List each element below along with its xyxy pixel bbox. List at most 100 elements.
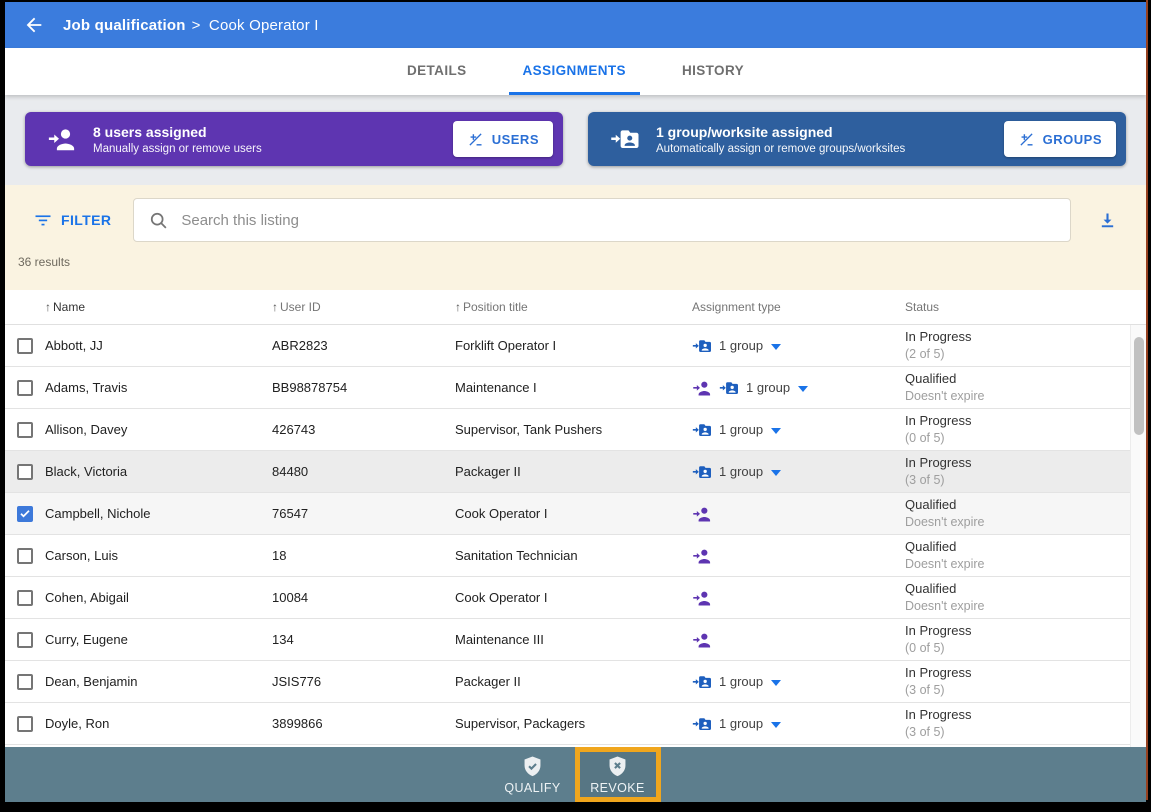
row-checkbox[interactable] (17, 632, 33, 648)
table-row[interactable]: Campbell, Nichole 76547 Cook Operator I … (5, 493, 1130, 535)
column-header-status[interactable]: Status (905, 300, 1130, 314)
row-checkbox[interactable] (17, 590, 33, 606)
table-row[interactable]: Doyle, Ron 3899866 Supervisor, Packagers… (5, 703, 1130, 745)
row-checkbox[interactable] (17, 674, 33, 690)
row-user-id: 84480 (272, 464, 455, 479)
user-assignment-icon (692, 588, 712, 608)
filter-button[interactable]: FILTER (33, 198, 111, 242)
group-count-label: 1 group (719, 338, 763, 353)
table-body: Abbott, JJ ABR2823 Forklift Operator I 1… (5, 325, 1146, 747)
chevron-down-icon[interactable] (771, 428, 781, 434)
row-status: Qualified Doesn't expire (905, 580, 1130, 615)
app-header: Job qualification> Cook Operator I (5, 2, 1146, 48)
row-status: Qualified Doesn't expire (905, 538, 1130, 573)
row-checkbox[interactable] (17, 464, 33, 480)
table-row[interactable]: Allison, Davey 426743 Supervisor, Tank P… (5, 409, 1130, 451)
download-icon[interactable] (1097, 210, 1118, 231)
qualify-button[interactable]: QUALIFY (491, 747, 575, 802)
row-status: In Progress (2 of 5) (905, 328, 1130, 363)
scrollbar-track[interactable] (1130, 325, 1146, 747)
tab-details[interactable]: DETAILS (393, 48, 481, 95)
row-status: In Progress (3 of 5) (905, 706, 1130, 741)
row-position-title: Maintenance III (455, 632, 692, 647)
table-row[interactable]: Dean, Benjamin JSIS776 Packager II 1 gro… (5, 661, 1130, 703)
chevron-down-icon[interactable] (771, 344, 781, 350)
group-assignment-icon (692, 714, 712, 734)
groups-card-text: 1 group/worksite assigned Automatically … (656, 124, 1004, 155)
groups-card-title: 1 group/worksite assigned (656, 124, 1004, 140)
tab-history[interactable]: HISTORY (668, 48, 758, 95)
qualify-button-label: QUALIFY (504, 781, 560, 795)
row-position-title: Packager II (455, 674, 692, 689)
groups-button[interactable]: GROUPS (1004, 121, 1116, 157)
users-button[interactable]: USERS (453, 121, 553, 157)
row-checkbox[interactable] (17, 422, 33, 438)
group-assignment-icon (692, 462, 712, 482)
groups-button-label: GROUPS (1043, 132, 1102, 147)
revoke-button[interactable]: REVOKE (580, 752, 656, 797)
group-add-icon (610, 124, 640, 154)
table-row[interactable]: Carson, Luis 18 Sanitation Technician Qu… (5, 535, 1130, 577)
row-checkbox[interactable] (17, 506, 33, 522)
column-header-user-id[interactable]: ↑ User ID (272, 300, 455, 314)
user-assignment-icon (692, 378, 712, 398)
back-arrow-icon[interactable] (21, 12, 47, 38)
group-count-label: 1 group (719, 464, 763, 479)
row-user-id: 134 (272, 632, 455, 647)
row-checkbox[interactable] (17, 338, 33, 354)
row-assignment-type (692, 588, 905, 608)
revoke-highlight-box: REVOKE (575, 747, 661, 802)
row-name: Carson, Luis (45, 548, 272, 563)
table-row[interactable]: Adams, Travis BB98878754 Maintenance I 1… (5, 367, 1130, 409)
group-assignment-icon (719, 378, 739, 398)
row-assignment-type (692, 504, 905, 524)
group-count-label: 1 group (719, 674, 763, 689)
tab-bar: DETAILS ASSIGNMENTS HISTORY (5, 48, 1146, 95)
filter-bar: FILTER 36 results (5, 185, 1146, 290)
table-row[interactable]: Abbott, JJ ABR2823 Forklift Operator I 1… (5, 325, 1130, 367)
column-header-position-title[interactable]: ↑ Position title (455, 300, 692, 314)
row-assignment-type: 1 group (692, 336, 905, 356)
status-text: Qualified (905, 496, 1130, 514)
filter-icon (33, 210, 53, 230)
row-checkbox[interactable] (17, 716, 33, 732)
row-status: In Progress (3 of 5) (905, 664, 1130, 699)
row-checkbox[interactable] (17, 380, 33, 396)
status-text: In Progress (905, 706, 1130, 724)
table-row[interactable]: Black, Victoria 84480 Packager II 1 grou… (5, 451, 1130, 493)
row-name: Abbott, JJ (45, 338, 272, 353)
sort-ascending-icon: ↑ (45, 300, 51, 314)
status-detail: Doesn't expire (905, 556, 1130, 573)
group-assignment-icon (692, 420, 712, 440)
chevron-down-icon[interactable] (798, 386, 808, 392)
table-row[interactable]: Cohen, Abigail 10084 Cook Operator I Qua… (5, 577, 1130, 619)
group-assignment-icon (692, 336, 712, 356)
status-detail: Doesn't expire (905, 598, 1130, 615)
chevron-down-icon[interactable] (771, 722, 781, 728)
row-position-title: Packager II (455, 464, 692, 479)
breadcrumb-current: Cook Operator I (209, 17, 319, 34)
column-header-assignment-type[interactable]: Assignment type (692, 300, 905, 314)
sort-ascending-icon: ↑ (455, 300, 461, 314)
chevron-down-icon[interactable] (771, 680, 781, 686)
row-status: Qualified Doesn't expire (905, 370, 1130, 405)
search-icon (148, 210, 169, 231)
column-header-name[interactable]: ↑ Name (45, 300, 272, 314)
search-input[interactable] (181, 212, 1056, 229)
row-assignment-type: 1 group (692, 714, 905, 734)
status-detail: (3 of 5) (905, 724, 1130, 741)
chevron-down-icon[interactable] (771, 470, 781, 476)
table-row[interactable]: Curry, Eugene 134 Maintenance III In Pro… (5, 619, 1130, 661)
scrollbar-thumb[interactable] (1134, 337, 1144, 435)
row-checkbox[interactable] (17, 548, 33, 564)
users-card-title: 8 users assigned (93, 124, 453, 140)
row-user-id: 18 (272, 548, 455, 563)
row-name: Black, Victoria (45, 464, 272, 479)
breadcrumb-separator: > (192, 17, 201, 34)
row-user-id: JSIS776 (272, 674, 455, 689)
row-name: Adams, Travis (45, 380, 272, 395)
tab-assignments[interactable]: ASSIGNMENTS (509, 48, 640, 95)
status-text: Qualified (905, 538, 1130, 556)
row-position-title: Supervisor, Packagers (455, 716, 692, 731)
group-count-label: 1 group (746, 380, 790, 395)
